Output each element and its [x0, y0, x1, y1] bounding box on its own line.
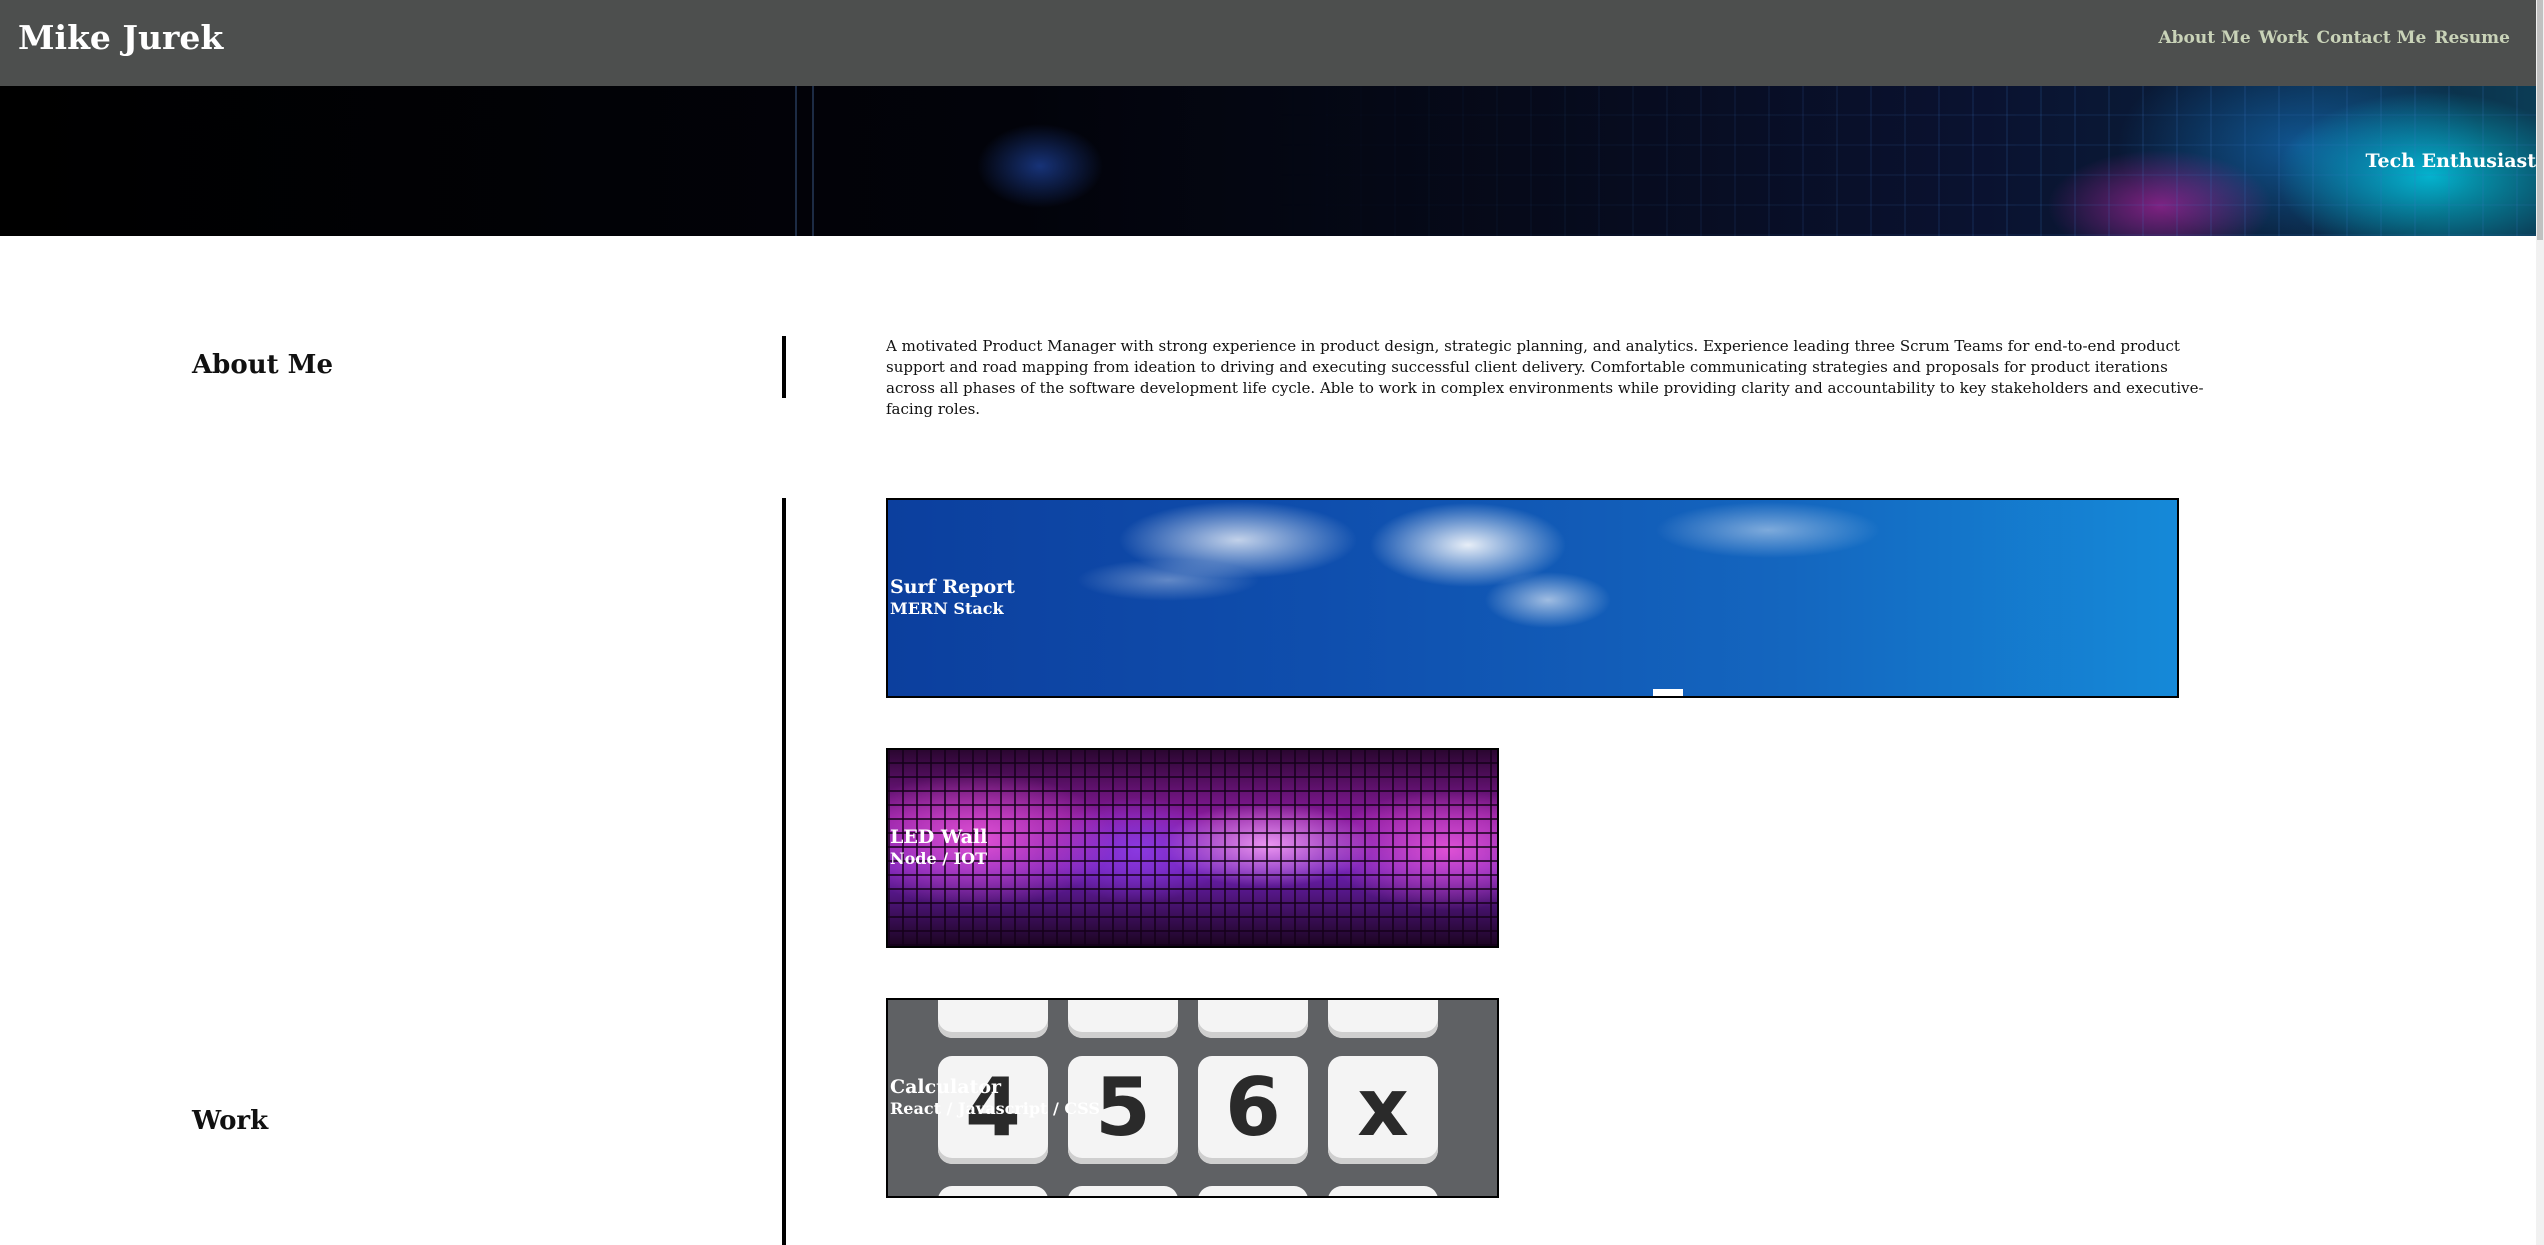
project-subtitle: React / Javascript / CSS: [890, 1099, 1100, 1118]
banner-circuit-pattern: [0, 86, 2536, 236]
calculator-key-bottom: [1198, 1186, 1308, 1196]
project-title: LED Wall: [890, 826, 988, 848]
scrollbar-thumb[interactable]: [2537, 0, 2543, 240]
work-divider: [782, 498, 786, 1245]
project-card-surf-report[interactable]: Surf Report MERN Stack: [886, 498, 2179, 698]
nav-work-link[interactable]: Work: [2259, 28, 2309, 48]
calculator-image: 4 5 6 x: [888, 1000, 1497, 1196]
project-subtitle: Node / IOT: [890, 849, 987, 868]
project-title: Surf Report: [890, 576, 1015, 598]
nav-resume-link[interactable]: Resume: [2434, 28, 2510, 48]
calculator-key-top: [938, 1000, 1048, 1038]
calculator-key-top: [1068, 1000, 1178, 1038]
led-wall-grid-pattern: [888, 750, 1497, 946]
calculator-key-bottom: [1068, 1186, 1178, 1196]
calculator-key: x: [1328, 1056, 1438, 1164]
calculator-key-top: [1198, 1000, 1308, 1038]
main-nav: About Me Work Contact Me Resume: [2158, 28, 2510, 48]
calculator-key: 6: [1198, 1056, 1308, 1164]
site-header: Mike Jurek About Me Work Contact Me Resu…: [0, 0, 2536, 86]
nav-contact-me-link[interactable]: Contact Me: [2316, 28, 2426, 48]
hero-banner: Tech Enthusiast: [0, 86, 2536, 236]
about-me-heading: About Me: [192, 350, 333, 380]
surf-report-image-marker: [1653, 689, 1683, 696]
project-title: Calculator: [890, 1076, 1002, 1098]
project-card-led-wall[interactable]: LED Wall Node / IOT: [886, 748, 1499, 948]
calculator-key-top: [1328, 1000, 1438, 1038]
nav-about-me-link[interactable]: About Me: [2158, 28, 2250, 48]
calculator-key-bottom: [1328, 1186, 1438, 1196]
page-scrollbar[interactable]: [2536, 0, 2544, 1245]
surf-report-image: [888, 500, 2177, 696]
hero-tagline: Tech Enthusiast: [2365, 150, 2536, 172]
about-me-text: A motivated Product Manager with strong …: [886, 337, 2204, 418]
about-divider: [782, 336, 786, 398]
project-subtitle: MERN Stack: [890, 599, 1004, 618]
site-title[interactable]: Mike Jurek: [18, 18, 223, 57]
calculator-key-bottom: [938, 1186, 1048, 1196]
banner-decor-line: [795, 86, 797, 236]
work-heading: Work: [192, 1106, 269, 1136]
project-card-calculator[interactable]: 4 5 6 x Calculator React / Javascript / …: [886, 998, 1499, 1198]
banner-decor-line: [812, 86, 814, 236]
